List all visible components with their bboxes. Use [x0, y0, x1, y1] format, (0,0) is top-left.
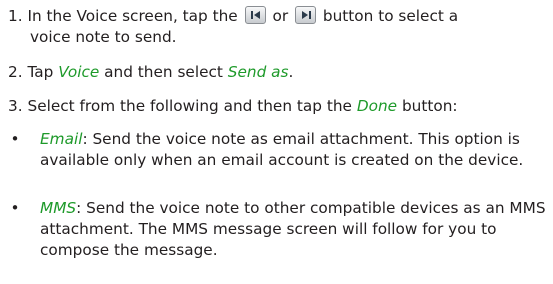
bullet-marker: • — [10, 199, 20, 217]
step-connector: or — [272, 7, 289, 25]
step-text: In the Voice screen, tap the — [27, 7, 238, 25]
option-text: MMS: Send the voice note to other compat… — [8, 198, 548, 261]
step-3: 3. Select from the following and then ta… — [8, 96, 458, 117]
step-number: 3. — [8, 97, 23, 115]
step-number: 2. — [8, 63, 23, 81]
send-as-term: Send as — [227, 63, 289, 81]
step-text: and then select — [104, 63, 223, 81]
option-description: : Send the voice note to other compatibl… — [40, 199, 546, 259]
step-2: 2. Tap Voice and then select Send as. — [8, 62, 293, 83]
done-term: Done — [356, 97, 398, 115]
email-term: Email — [40, 130, 83, 148]
step-text: . — [288, 63, 294, 81]
step-text: Select from the following and then tap t… — [27, 97, 352, 115]
option-mms: • MMS: Send the voice note to other comp… — [8, 198, 548, 261]
step-continuation: voice note to send. — [30, 28, 177, 46]
previous-button-graphic — [244, 5, 266, 24]
option-email: • Email: Send the voice note as email at… — [8, 129, 548, 171]
next-track-icon — [302, 10, 311, 19]
bullet-marker: • — [10, 130, 20, 148]
step-text: button to select a — [322, 7, 459, 25]
option-description: : Send the voice note as email attachmen… — [40, 130, 524, 169]
previous-track-icon — [250, 10, 260, 19]
step-1: 1. In the Voice screen, tap the or butto… — [8, 5, 459, 48]
mms-term: MMS — [40, 199, 77, 217]
step-text: button: — [401, 97, 458, 115]
step-number: 1. — [8, 7, 23, 25]
step-text: Tap — [27, 63, 54, 81]
next-button-graphic — [295, 5, 316, 24]
voice-menu-term: Voice — [58, 63, 100, 81]
option-text: Email: Send the voice note as email atta… — [8, 129, 548, 171]
